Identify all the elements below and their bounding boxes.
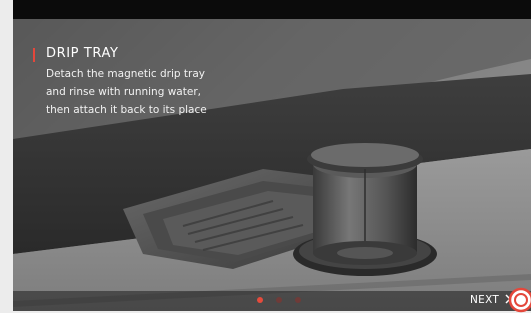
brand-logo-icon xyxy=(508,287,531,313)
slide-title: DRIP TRAY xyxy=(46,46,119,61)
top-bar xyxy=(13,0,531,19)
slide-description-line: then attach it back to its place xyxy=(46,104,207,116)
tutorial-slide: DRIP TRAY Detach the magnetic drip tray … xyxy=(13,0,531,311)
slide-description-line: Detach the magnetic drip tray xyxy=(46,68,206,80)
pagination-dot-1[interactable] xyxy=(257,297,263,303)
next-label: NEXT xyxy=(470,294,500,306)
app-frame: DRIP TRAY Detach the magnetic drip tray … xyxy=(0,0,531,313)
next-button[interactable]: NEXT xyxy=(470,294,512,306)
pagination-dot-2[interactable] xyxy=(276,297,282,303)
slide-description: Detach the magnetic drip tray and rinse … xyxy=(46,65,207,119)
pagination-dot-3[interactable] xyxy=(295,297,301,303)
slide-description-line: and rinse with running water, xyxy=(46,86,201,98)
title-accent-bar xyxy=(33,48,35,62)
pagination-dots xyxy=(257,297,301,305)
drip-tray-photo xyxy=(13,19,531,311)
